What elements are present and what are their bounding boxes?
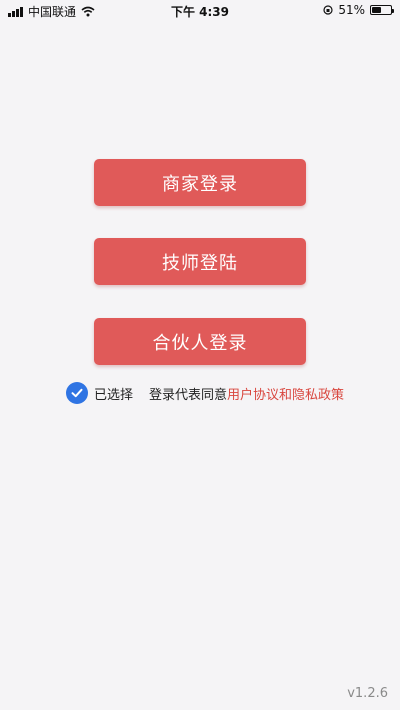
battery-icon (370, 5, 394, 15)
checkmark-icon (71, 388, 83, 398)
battery-fill (372, 7, 381, 13)
agreement-checkbox[interactable] (66, 382, 88, 404)
partner-login-button[interactable]: 合伙人登录 (94, 318, 306, 365)
status-bar: 中国联通 下午 4:39 51% (0, 0, 400, 22)
orientation-lock-icon (323, 5, 333, 15)
agreement-link[interactable]: 用户协议和隐私政策 (227, 384, 344, 403)
status-right: 51% (323, 3, 394, 17)
merchant-login-button[interactable]: 商家登录 (94, 159, 306, 206)
app-version: v1.2.6 (347, 686, 388, 701)
agreement-prefix: 登录代表同意 (149, 387, 228, 403)
agreement-row: 已选择 登录代表同意 用户协议和隐私政策 (66, 382, 344, 404)
battery-tip (392, 9, 394, 13)
login-screen: 中国联通 下午 4:39 51% 商家登录 技师登陆 合伙人登录 已选择 登录代… (0, 0, 400, 710)
technician-login-button[interactable]: 技师登陆 (94, 238, 306, 285)
selected-label: 已选择 (94, 387, 134, 403)
battery-percent: 51% (338, 3, 365, 17)
